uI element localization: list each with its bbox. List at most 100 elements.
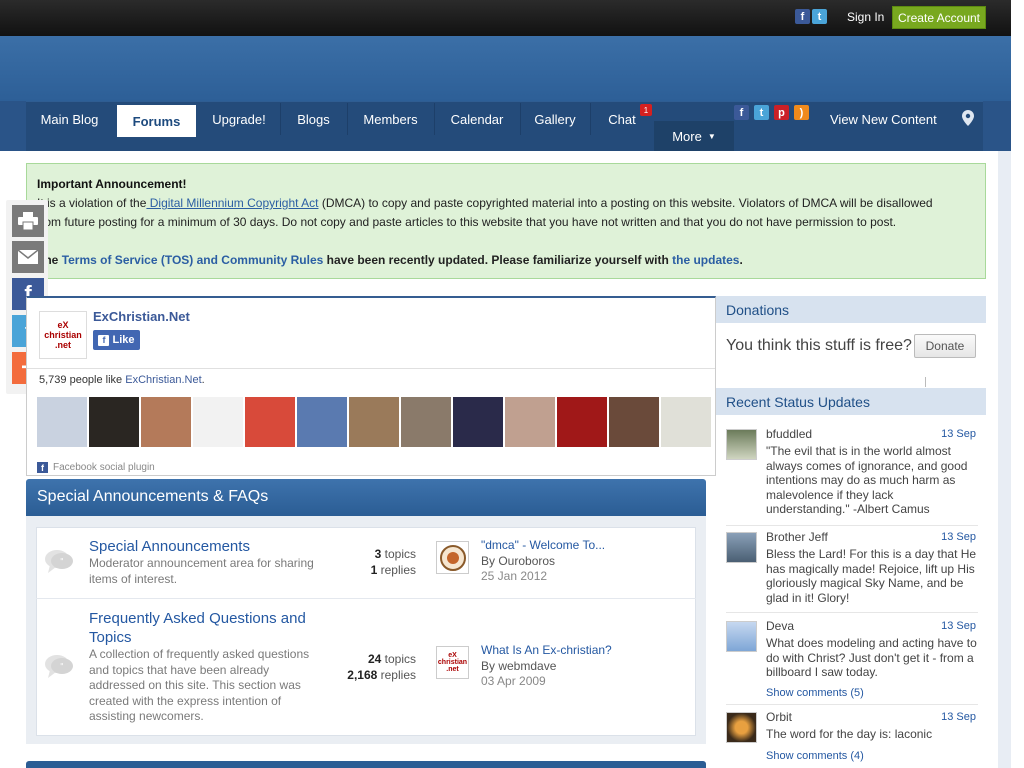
replies-label: replies — [380, 668, 416, 682]
tos-link[interactable]: Terms of Service (TOS) and Community Rul… — [62, 253, 324, 267]
nav-tab-main-blog[interactable]: Main Blog — [28, 103, 111, 135]
fan-avatar[interactable] — [245, 397, 295, 447]
sign-in-link[interactable]: Sign In — [847, 10, 884, 24]
status-text: Bless the Lard! For this is a day that H… — [766, 547, 977, 605]
nav-separator — [520, 103, 521, 135]
announcement-text: It is a violation of the — [37, 196, 147, 210]
avatar[interactable] — [726, 712, 757, 743]
status-update: bfuddled 13 Sep "The evil that is in the… — [726, 427, 978, 522]
avatar[interactable]: eX christian .net — [436, 646, 469, 679]
forum-stats: 24 topics 2,168 replies — [330, 651, 416, 683]
exchristian-logo[interactable]: eX christian .net — [39, 311, 87, 359]
pinterest-icon[interactable]: p — [774, 105, 789, 120]
announcement-title: Important Announcement! — [37, 177, 187, 191]
forum-description: Moderator announcement area for sharing … — [89, 556, 314, 586]
announcement-text: . — [739, 253, 743, 267]
twitter-icon[interactable]: t — [812, 9, 827, 24]
category-header[interactable]: Special Announcements & FAQs — [26, 479, 706, 516]
divider — [726, 704, 978, 705]
nav-tab-upgrade[interactable]: Upgrade! — [200, 103, 278, 135]
avatar[interactable] — [726, 532, 757, 563]
facebook-page-link[interactable]: ExChristian.Net — [125, 374, 201, 386]
donations-header: Donations — [716, 296, 986, 323]
status-date[interactable]: 13 Sep — [941, 428, 976, 440]
nav-social-icons: f t p ) — [734, 105, 809, 120]
nav-tab-calendar[interactable]: Calendar — [436, 103, 518, 135]
avatar[interactable] — [726, 429, 757, 460]
fan-avatar[interactable] — [37, 397, 87, 447]
fan-avatar[interactable] — [661, 397, 711, 447]
last-post-title[interactable]: "dmca" - Welcome To... — [481, 538, 691, 554]
fan-avatar[interactable] — [297, 397, 347, 447]
facebook-like-button[interactable]: f Like — [93, 330, 140, 350]
replies-count: 2,168 — [347, 668, 378, 682]
last-post-date: 25 Jan 2012 — [481, 569, 548, 583]
status-author[interactable]: bfuddled — [766, 427, 812, 441]
fan-avatar[interactable] — [193, 397, 243, 447]
status-author[interactable]: Deva — [766, 619, 794, 633]
email-icon[interactable] — [12, 241, 44, 273]
nav-more-dropdown[interactable]: More ▼ — [654, 121, 734, 151]
svg-text:": " — [60, 662, 64, 671]
facebook-icon[interactable]: f — [795, 9, 810, 24]
last-post-date: 03 Apr 2009 — [481, 674, 546, 688]
status-date[interactable]: 13 Sep — [941, 531, 976, 543]
fan-avatar[interactable] — [89, 397, 139, 447]
fan-avatar[interactable] — [609, 397, 659, 447]
print-icon[interactable] — [12, 205, 44, 237]
fan-avatar[interactable] — [557, 397, 607, 447]
updates-link[interactable]: the updates — [672, 253, 739, 267]
avatar[interactable] — [436, 541, 469, 574]
facebook-like-box: eX christian .net ExChristian.Net f Like… — [26, 296, 716, 476]
facebook-icon: f — [98, 334, 110, 346]
replies-label: replies — [380, 563, 416, 577]
facebook-like-count: 5,739 people like ExChristian.Net. — [39, 374, 205, 386]
status-author[interactable]: Brother Jeff — [766, 530, 828, 544]
nav-tab-gallery[interactable]: Gallery — [522, 103, 588, 135]
announcement-text: have been recently updated. Please famil… — [326, 253, 669, 267]
show-comments-link[interactable]: Show comments (5) — [766, 687, 864, 699]
status-author[interactable]: Orbit — [766, 710, 792, 724]
facebook-page-name[interactable]: ExChristian.Net — [93, 309, 190, 324]
forum-title-special-announcements[interactable]: Special Announcements — [89, 537, 329, 556]
top-social-icons: f t — [795, 9, 827, 24]
last-post-author[interactable]: By webmdave — [481, 659, 691, 675]
show-comments-link[interactable]: Show comments (4) — [766, 750, 864, 762]
announcement-spacer — [37, 232, 975, 251]
logo-text: eX christian .net — [44, 320, 82, 350]
status-date[interactable]: 13 Sep — [941, 711, 976, 723]
forum-title-faq[interactable]: Frequently Asked Questions and Topics — [89, 609, 319, 647]
nav-more-label: More — [672, 128, 702, 144]
last-post-author[interactable]: By Ouroboros — [481, 554, 691, 570]
dmca-link[interactable]: Digital Millennium Copyright Act — [146, 196, 319, 210]
nav-tab-blogs[interactable]: Blogs — [282, 103, 345, 135]
fan-avatar[interactable] — [401, 397, 451, 447]
forum-stats: 3 topics 1 replies — [330, 546, 416, 578]
twitter-icon[interactable]: t — [754, 105, 769, 120]
status-date[interactable]: 13 Sep — [941, 620, 976, 632]
site-header-banner — [0, 36, 1011, 101]
row-divider — [36, 598, 696, 599]
facebook-icon[interactable]: f — [734, 105, 749, 120]
fan-avatar[interactable] — [505, 397, 555, 447]
fan-avatar[interactable] — [349, 397, 399, 447]
view-new-content-link[interactable]: View New Content — [830, 112, 937, 127]
like-count-text: . — [201, 374, 205, 386]
nav-separator — [280, 103, 281, 135]
fan-avatar[interactable] — [141, 397, 191, 447]
announcement-text: (DMCA) to copy and paste copyrighted mat… — [318, 196, 933, 210]
nav-tab-members[interactable]: Members — [349, 103, 432, 135]
nav-tab-forums[interactable]: Forums — [117, 105, 196, 137]
map-marker-icon[interactable] — [962, 110, 974, 126]
facebook-fan-faces — [37, 397, 711, 447]
last-post-title[interactable]: What Is An Ex-christian? — [481, 643, 691, 659]
status-updates-header: Recent Status Updates — [716, 388, 986, 415]
like-count-text: 5,739 people like — [39, 374, 123, 386]
page-gutter — [998, 151, 1011, 768]
last-post: "dmca" - Welcome To... By Ouroboros 25 J… — [481, 538, 691, 585]
rss-icon[interactable]: ) — [794, 105, 809, 120]
fan-avatar[interactable] — [453, 397, 503, 447]
avatar[interactable] — [726, 621, 757, 652]
create-account-button[interactable]: Create Account — [892, 6, 986, 29]
donate-button[interactable]: Donate — [914, 334, 976, 358]
